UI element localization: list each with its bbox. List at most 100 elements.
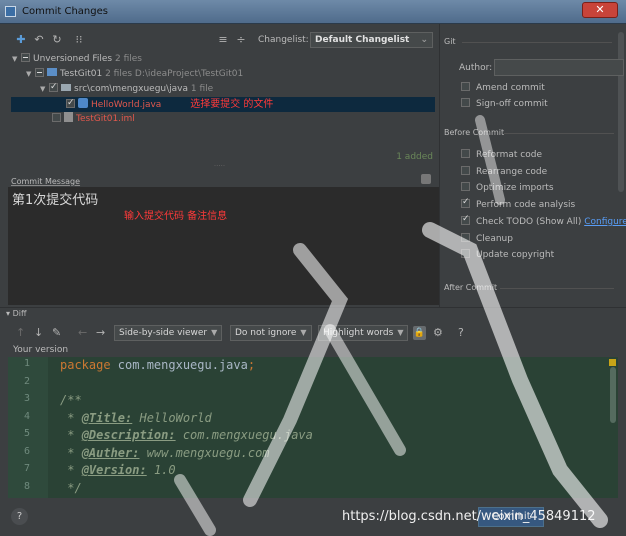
group-icon[interactable]: ⁝⁝ [72, 33, 86, 47]
collapse-arrow-icon[interactable]: ▼ [40, 82, 49, 97]
tree-node-file-iml[interactable]: TestGit01.iml [52, 112, 135, 127]
check-todo-option[interactable]: Check TODO (Show All) Configure [461, 213, 626, 229]
file-label: HelloWorld.java [91, 100, 162, 110]
option-label: Amend commit [476, 83, 545, 93]
option-label: Reformat code [476, 150, 542, 160]
optimize-checkbox[interactable] [461, 182, 470, 191]
lock-icon[interactable]: 🔒 [413, 326, 426, 340]
node-label: TestGit01 [60, 69, 103, 79]
code-token: www.mengxuegu.com [139, 445, 270, 460]
viewer-select[interactable]: Side-by-side viewer ▼ [114, 325, 223, 341]
iml-file-icon [64, 112, 73, 122]
analysis-checkbox[interactable] [461, 196, 470, 209]
checkbox-module[interactable] [35, 68, 44, 77]
prev-diff-icon[interactable]: ↑ [16, 326, 25, 339]
sync-icon[interactable]: ↻ [50, 33, 64, 47]
diff-label: Diff [12, 309, 27, 318]
collapse-arrow-icon[interactable]: ▼ [26, 67, 35, 82]
editor-scrollbar[interactable] [610, 367, 616, 423]
option-label: Update copyright [476, 250, 555, 260]
code-line: * @Auther: www.mengxuegu.com [60, 445, 270, 460]
help-button[interactable]: ? [11, 508, 28, 525]
edit-icon[interactable]: ✎ [52, 326, 61, 339]
code-line: /** [60, 393, 82, 407]
added-count: 1 added [396, 152, 433, 162]
update-copyright-option[interactable]: Update copyright [461, 249, 554, 262]
configure-link[interactable]: Configure [584, 217, 626, 227]
next-diff-icon[interactable]: ↓ [34, 326, 43, 339]
commit-message-input[interactable]: 第1次提交代码 输入提交代码 备注信息 [8, 187, 439, 305]
code-analysis-option[interactable]: Perform code analysis [461, 196, 575, 212]
ignore-select[interactable]: Do not ignore ▼ [230, 325, 312, 341]
cleanup-checkbox[interactable] [461, 233, 470, 242]
code-line: * @Version: 1.0 [60, 463, 176, 477]
undo-icon[interactable]: ↶ [32, 33, 46, 47]
node-count: 1 file [190, 84, 214, 94]
checkbox-helloworld[interactable] [66, 96, 75, 111]
amend-checkbox[interactable] [461, 82, 470, 91]
module-icon [47, 68, 57, 76]
refresh-icon[interactable]: ✚ [14, 33, 28, 47]
signoff-checkbox[interactable] [461, 98, 470, 107]
tree-node-file-helloworld[interactable]: HelloWorld.java 选择要提交 的文件 [11, 96, 435, 112]
amend-commit-option[interactable]: Amend commit [461, 82, 545, 95]
close-button[interactable]: ✕ [582, 2, 618, 18]
optimize-imports-option[interactable]: Optimize imports [461, 182, 554, 195]
tree-node-package[interactable]: ▼ src\com\mengxuegu\java 1 file [40, 80, 214, 97]
tree-node-module[interactable]: ▼ TestGit01 2 files D:\ideaProject\TestGi… [26, 67, 243, 82]
rearrange-code-option[interactable]: Rearrange code [461, 166, 547, 179]
code-token: * [60, 428, 82, 442]
diff-header[interactable]: ▾ Diff [0, 307, 626, 319]
forward-icon[interactable]: → [96, 326, 105, 339]
code-line: package com.mengxuegu.java; [60, 358, 255, 372]
option-label: Cleanup [476, 234, 513, 244]
diff-toggle[interactable]: ▾ Diff [6, 309, 26, 318]
reformat-checkbox[interactable] [461, 149, 470, 158]
options-scrollbar[interactable] [618, 32, 624, 192]
checkbox-iml[interactable] [52, 113, 61, 122]
changelist-select[interactable]: Default Changelist ⌄ [310, 32, 433, 48]
signoff-commit-option[interactable]: Sign-off commit [461, 98, 548, 111]
dropdown-arrow-icon: ▼ [300, 328, 307, 337]
line-number: 7 [23, 463, 30, 474]
dropdown-arrow-icon: ▼ [211, 328, 218, 337]
history-icon[interactable] [421, 174, 431, 184]
code-token: /** [60, 393, 82, 407]
gear-icon[interactable]: ⚙ [433, 326, 443, 339]
collapse-arrow-icon[interactable]: ▼ [12, 52, 21, 67]
commit-message-text: 第1次提交代码 [12, 193, 99, 208]
collapse-icon[interactable]: ÷ [234, 33, 248, 47]
changes-toolbar: ✚ ↶ ↻ ⁝⁝ ≡ ÷ Changelist: Default Changel… [0, 32, 439, 50]
diff-editor[interactable]: 1 package com.mengxuegu.java; 2 3 /** 4 * @Ti… [8, 357, 618, 498]
code-token: 1.0 [146, 463, 176, 477]
help-icon[interactable]: ? [458, 326, 464, 339]
code-token: * [60, 463, 82, 477]
tree-node-unversioned[interactable]: ▼ Unversioned Files 2 files [12, 52, 142, 67]
back-icon[interactable]: ← [78, 326, 87, 339]
line-number: 1 [23, 358, 30, 369]
highlight-select[interactable]: Highlight words ▼ [318, 325, 409, 341]
expand-icon[interactable]: ≡ [216, 33, 230, 47]
git-section-label: Git [444, 37, 456, 46]
cleanup-option[interactable]: Cleanup [461, 233, 513, 246]
after-commit-section-label: After Commit [444, 283, 498, 292]
checkbox-unversioned[interactable] [21, 53, 30, 62]
bottom-bar: ? Commit https://blog.csdn.net/weixin_45… [0, 498, 626, 536]
checkbox-package[interactable] [49, 80, 58, 95]
author-input[interactable] [494, 59, 624, 76]
code-token: com.mengxuegu.java [117, 358, 248, 372]
window-title: Commit Changes [22, 6, 108, 17]
todo-checkbox[interactable] [461, 213, 470, 226]
separator [500, 288, 614, 289]
reformat-code-option[interactable]: Reformat code [461, 149, 542, 162]
splitter-handle[interactable]: ····· [0, 163, 439, 170]
code-token: * [60, 410, 82, 425]
viewer-value: Side-by-side viewer [119, 328, 208, 338]
code-token: @Title: [81, 410, 133, 425]
title-bar: Commit Changes ✕ [0, 0, 626, 24]
commit-message-label: Commit Message [11, 177, 81, 186]
rearrange-checkbox[interactable] [461, 166, 470, 175]
warning-marker[interactable] [609, 359, 616, 366]
copyright-checkbox[interactable] [461, 249, 470, 258]
before-commit-section-label: Before Commit [444, 128, 505, 137]
